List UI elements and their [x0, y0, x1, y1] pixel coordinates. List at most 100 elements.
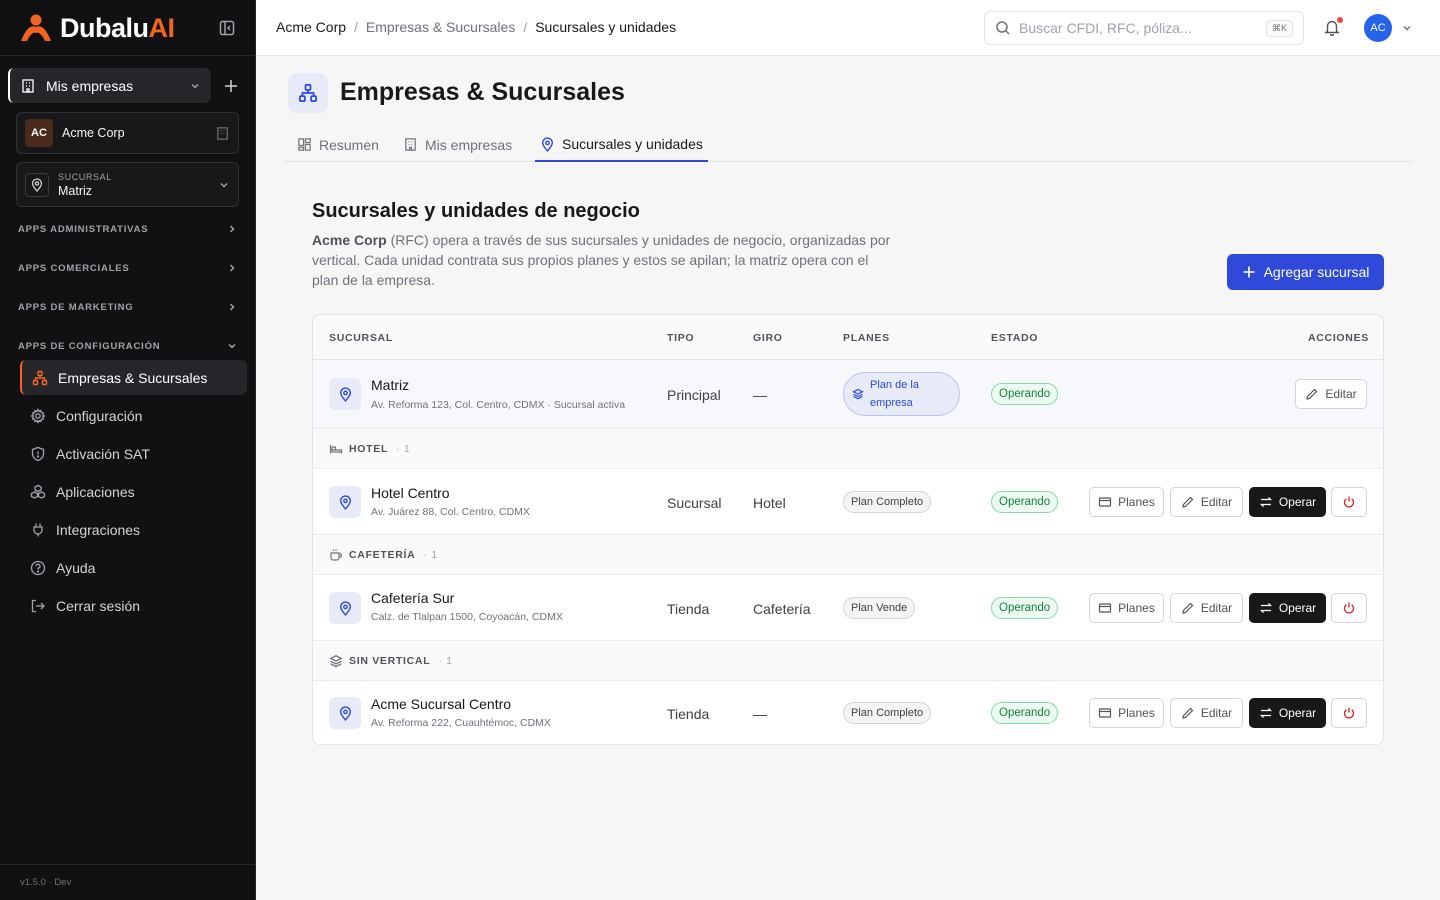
pencil-icon: [1182, 496, 1194, 508]
section-title: Sucursales y unidades de negocio: [312, 200, 640, 222]
company-name: Acme Corp: [62, 126, 125, 140]
plan-badge: Plan Completo: [843, 702, 932, 724]
sidebar-item-integraciones[interactable]: Integraciones: [20, 512, 247, 547]
swap-icon: [1259, 708, 1272, 718]
branch-address: Av. Reforma 222, Cuauhtémoc, CDMX: [371, 717, 551, 729]
tab-label: Mis empresas: [425, 136, 513, 153]
edit-button[interactable]: Editar: [1170, 593, 1243, 623]
section-description: Acme Corp (RFC) opera a través de sus su…: [312, 230, 892, 290]
shield-icon: [31, 446, 45, 461]
card-icon: [1099, 708, 1112, 718]
status-badge: Operando: [991, 597, 1059, 619]
sidebar-item-activacion-sat[interactable]: Activación SAT: [20, 436, 247, 471]
map-pin-icon: [329, 486, 361, 518]
operate-label: Operar: [1278, 601, 1317, 615]
branch-selector[interactable]: SUCURSAL Matriz: [16, 162, 239, 207]
branch-vertical: —: [753, 706, 767, 722]
companies-selector[interactable]: Mis empresas: [8, 68, 211, 103]
map-pin-icon: [329, 592, 361, 624]
company-card[interactable]: AC Acme Corp: [16, 112, 239, 154]
boxes-icon: [30, 484, 46, 499]
tab-resumen[interactable]: Resumen: [292, 128, 384, 161]
table-row[interactable]: Matriz Av. Reforma 123, Col. Centro, CDM…: [313, 360, 1383, 429]
description-company: Acme Corp: [312, 232, 387, 248]
table-header: SUCURSAL TIPO GIRO PLANES ESTADO ACCIONE…: [313, 315, 1383, 360]
tab-label: Sucursales y unidades: [562, 136, 703, 152]
chevron-down-icon: [228, 343, 236, 349]
plans-button[interactable]: Planes: [1089, 698, 1164, 728]
sidebar-divider: [0, 55, 256, 56]
operate-label: Operar: [1278, 495, 1317, 509]
user-avatar[interactable]: AC: [1364, 14, 1392, 42]
sidebar-item-aplicaciones[interactable]: Aplicaciones: [20, 474, 247, 509]
page-tabs: Resumen Mis empresas Sucursales y unidad…: [284, 128, 1413, 162]
branch-type: Tienda: [667, 706, 710, 722]
section-label: APPS DE MARKETING: [18, 301, 134, 313]
section-apps-marketing[interactable]: APPS DE MARKETING: [18, 298, 238, 316]
branch-value: Matriz: [58, 183, 93, 198]
layers-icon: [329, 654, 343, 667]
plan-badge-text: Plan de la empresa: [870, 379, 919, 409]
plans-button[interactable]: Planes: [1089, 593, 1164, 623]
breadcrumb-item[interactable]: Empresas & Sucursales: [366, 19, 515, 35]
search-box[interactable]: ⌘K: [984, 11, 1304, 45]
branch-name: Hotel Centro: [371, 485, 450, 501]
tab-sucursales-unidades[interactable]: Sucursales y unidades: [535, 128, 708, 162]
edit-button[interactable]: Editar: [1170, 487, 1243, 517]
branch-name: Acme Sucursal Centro: [371, 696, 512, 712]
sidebar-item-configuracion[interactable]: Configuración: [20, 398, 247, 433]
operate-button[interactable]: Operar: [1249, 698, 1326, 728]
operate-button[interactable]: Operar: [1249, 593, 1326, 623]
card-icon: [1099, 603, 1112, 613]
power-button[interactable]: [1331, 593, 1367, 623]
plan-badge: Plan Vende: [843, 597, 916, 619]
map-pin-icon: [25, 172, 49, 197]
add-branch-button[interactable]: Agregar sucursal: [1227, 254, 1384, 290]
dashboard-icon: [298, 138, 311, 151]
sidebar-item-ayuda[interactable]: Ayuda: [20, 550, 247, 585]
section-apps-comerciales[interactable]: APPS COMERCIALES: [18, 259, 238, 277]
building-icon: [217, 126, 228, 140]
column-header: SUCURSAL: [329, 332, 393, 344]
sidebar-item-label: Ayuda: [56, 559, 96, 576]
power-button[interactable]: [1331, 487, 1367, 517]
edit-label: Editar: [1200, 601, 1233, 615]
add-company-button[interactable]: [222, 77, 240, 95]
search-shortcut: ⌘K: [1265, 19, 1293, 37]
plans-button[interactable]: Planes: [1089, 487, 1164, 517]
edit-button[interactable]: Editar: [1295, 379, 1367, 409]
branch-type: Sucursal: [667, 495, 722, 511]
branch-address: Av. Reforma 123, Col. Centro, CDMX · Suc…: [371, 399, 626, 411]
logout-icon: [31, 599, 45, 612]
plug-icon: [33, 523, 43, 536]
chevron-down-icon: [220, 182, 228, 188]
sidebar-item-label: Aplicaciones: [56, 483, 135, 500]
brand-logo[interactable]: DubaluAI: [18, 12, 175, 44]
group-header-cafeteria: CAFETERÍA · 1: [313, 535, 1383, 575]
search-input[interactable]: [1019, 20, 1266, 36]
table-row[interactable]: Acme Sucursal Centro Av. Reforma 222, Cu…: [313, 681, 1383, 744]
edit-label: Editar: [1325, 387, 1357, 401]
sidebar-item-cerrar-sesion[interactable]: Cerrar sesión: [20, 588, 247, 623]
sidebar-collapse-icon[interactable]: [218, 19, 236, 37]
edit-button[interactable]: Editar: [1170, 698, 1243, 728]
map-pin-icon: [329, 378, 361, 410]
section-apps-administrativas[interactable]: APPS ADMINISTRATIVAS: [18, 220, 238, 238]
app-version: v1.5.0 · Dev: [20, 877, 72, 888]
chevron-down-icon[interactable]: [1401, 22, 1413, 34]
section-apps-configuracion[interactable]: APPS DE CONFIGURACIÓN: [18, 337, 238, 355]
sidebar-item-empresas-sucursales[interactable]: Empresas & Sucursales: [20, 360, 247, 395]
table-row[interactable]: Hotel Centro Av. Juárez 88, Col. Centro,…: [313, 469, 1383, 535]
breadcrumb-item[interactable]: Acme Corp: [276, 19, 346, 35]
pencil-icon: [1306, 388, 1318, 400]
tab-mis-empresas[interactable]: Mis empresas: [398, 128, 517, 161]
operate-button[interactable]: Operar: [1249, 487, 1326, 517]
plans-label: Planes: [1118, 706, 1155, 720]
swap-icon: [1259, 603, 1272, 613]
power-button[interactable]: [1331, 698, 1367, 728]
table-row[interactable]: Cafetería Sur Calz. de Tlalpan 1500, Coy…: [313, 575, 1383, 641]
plus-icon: [1243, 266, 1255, 278]
sidebar-item-label: Activación SAT: [56, 445, 150, 462]
breadcrumb-current: Sucursales y unidades: [535, 19, 677, 35]
building-icon: [405, 138, 416, 151]
